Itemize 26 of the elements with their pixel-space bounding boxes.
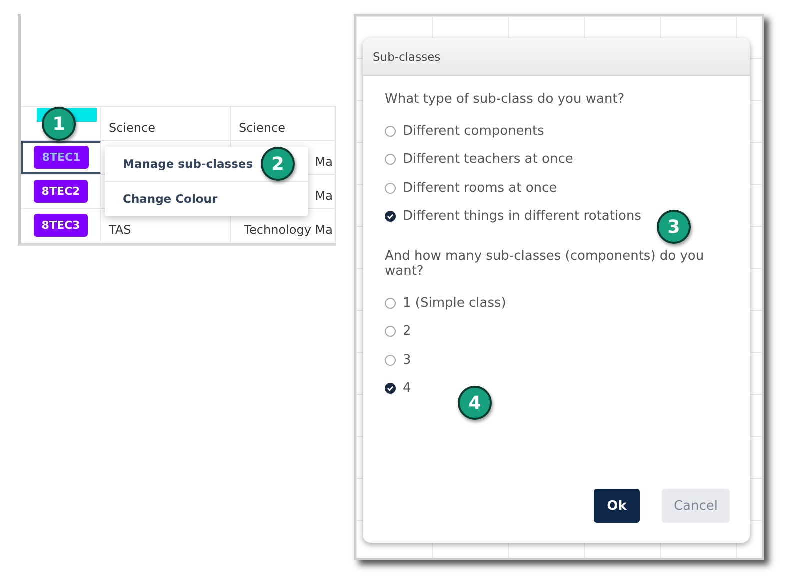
class-cell[interactable]: 8TEC3 [21, 209, 101, 242]
radio-option[interactable]: Different things in different rotations [385, 202, 642, 231]
radio-icon[interactable] [385, 326, 396, 338]
radio-icon[interactable] [385, 126, 396, 137]
table-cell: Science [231, 107, 336, 140]
table-cell: Science [101, 107, 231, 140]
radio-option[interactable]: 3 [385, 346, 412, 374]
radio-icon[interactable] [385, 383, 396, 394]
radio-option[interactable]: 4 [385, 374, 412, 403]
radio-icon[interactable] [385, 211, 396, 222]
class-cell[interactable]: 8TEC2 [21, 175, 101, 208]
ok-button[interactable]: Ok [594, 489, 640, 523]
radio-option[interactable]: 2 [385, 318, 412, 346]
radio-icon[interactable] [385, 154, 396, 166]
radio-icon[interactable] [385, 298, 396, 309]
radio-option[interactable]: Different components [385, 117, 544, 146]
class-tag[interactable]: 8TEC2 [34, 180, 88, 203]
question-text: And how many sub-classes (components) do you want? [385, 249, 706, 279]
question-text: What type of sub-class do you want? [385, 92, 626, 107]
radio-icon[interactable] [385, 182, 396, 194]
radio-option[interactable]: 1 (Simple class) [385, 289, 506, 318]
class-tag[interactable]: 8TEC3 [34, 214, 88, 237]
radio-icon[interactable] [385, 354, 396, 366]
dialog-title: Sub-classes [363, 38, 750, 76]
radio-option[interactable]: Different teachers at once [385, 146, 574, 174]
radio-option[interactable]: Different rooms at once [385, 174, 558, 202]
